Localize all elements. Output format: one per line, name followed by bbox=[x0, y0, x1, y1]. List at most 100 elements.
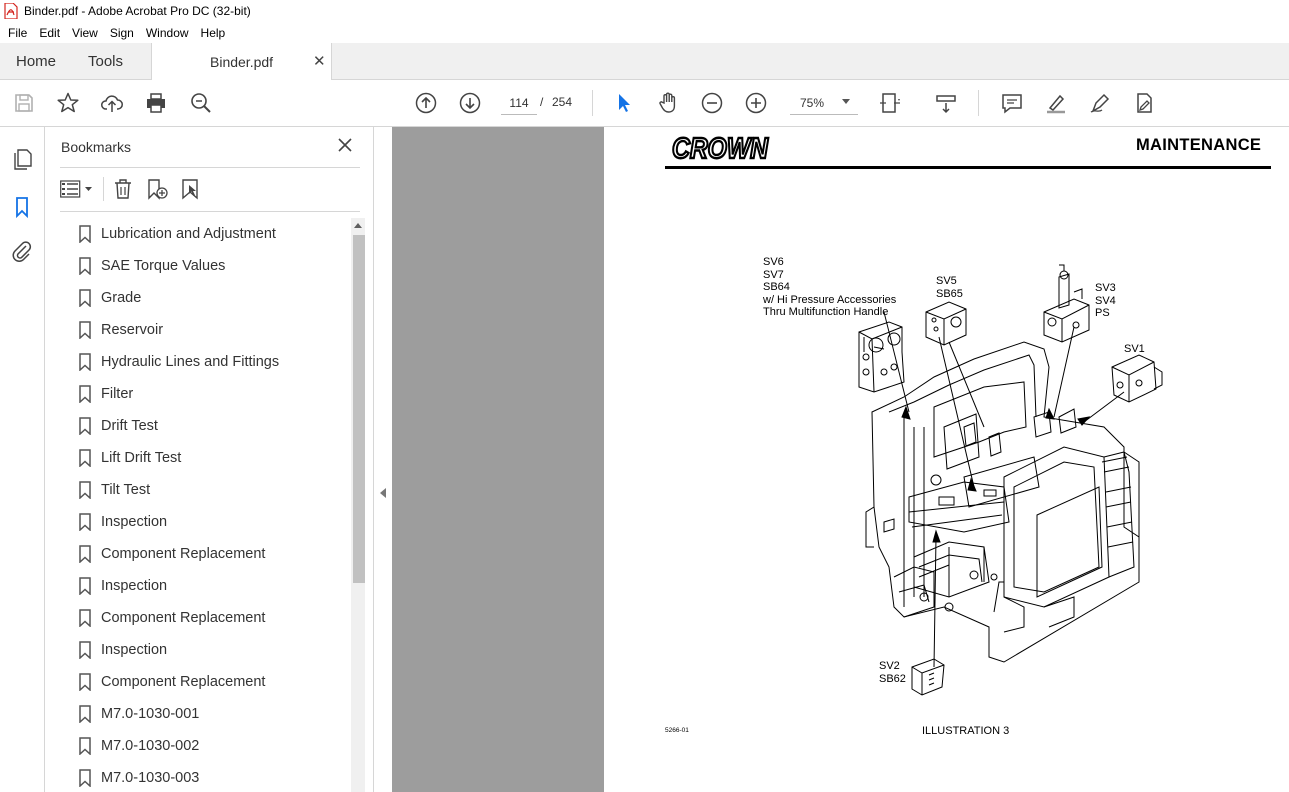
page-number-input[interactable]: 114 bbox=[501, 91, 537, 115]
menu-sign[interactable]: Sign bbox=[106, 26, 138, 40]
panel-divider bbox=[60, 167, 360, 168]
more-tools-icon[interactable] bbox=[1132, 91, 1156, 115]
bookmark-icon bbox=[79, 673, 91, 691]
menu-file[interactable]: File bbox=[4, 26, 31, 40]
bookmark-icon bbox=[79, 481, 91, 499]
tab-tools[interactable]: Tools bbox=[88, 43, 123, 80]
bookmark-item[interactable]: Component Replacement bbox=[60, 602, 352, 634]
sign-pen-icon[interactable] bbox=[1088, 91, 1112, 115]
bookmark-label: Component Replacement bbox=[101, 674, 266, 690]
scrollbar-thumb[interactable] bbox=[353, 235, 365, 583]
toolbar-divider bbox=[103, 177, 104, 201]
toolbar-divider bbox=[592, 90, 593, 116]
bookmark-item[interactable]: Reservoir bbox=[60, 314, 352, 346]
bookmark-item[interactable]: Tilt Test bbox=[60, 474, 352, 506]
bookmark-icon bbox=[79, 353, 91, 371]
bookmark-find-icon[interactable] bbox=[179, 177, 203, 201]
chevron-down-icon bbox=[842, 99, 850, 104]
zoom-out-icon[interactable] bbox=[700, 91, 724, 115]
scrollbar[interactable] bbox=[351, 218, 365, 792]
bookmark-item[interactable]: Hydraulic Lines and Fittings bbox=[60, 346, 352, 378]
bookmark-item[interactable]: M7.0-1030-001 bbox=[60, 698, 352, 730]
bookmark-icon bbox=[79, 257, 91, 275]
window-title: Binder.pdf - Adobe Acrobat Pro DC (32-bi… bbox=[24, 4, 251, 18]
collapse-arrow-icon[interactable] bbox=[380, 488, 386, 498]
select-cursor-icon[interactable] bbox=[612, 91, 636, 115]
menu-window[interactable]: Window bbox=[142, 26, 193, 40]
scroll-mode-icon[interactable] bbox=[934, 91, 958, 115]
new-bookmark-icon[interactable] bbox=[145, 177, 169, 201]
bookmark-icon bbox=[79, 321, 91, 339]
previous-page-icon[interactable] bbox=[414, 91, 438, 115]
bookmark-label: Lift Drift Test bbox=[101, 450, 182, 466]
bookmark-item[interactable]: Filter bbox=[60, 378, 352, 410]
bookmark-item[interactable]: M7.0-1030-003 bbox=[60, 762, 352, 792]
bookmark-label: M7.0-1030-002 bbox=[101, 738, 200, 754]
illustration-caption: ILLUSTRATION 3 bbox=[922, 725, 1010, 737]
hydraulic-diagram bbox=[858, 264, 1163, 696]
bookmark-icon bbox=[79, 609, 91, 627]
bookmark-item[interactable]: Inspection bbox=[60, 634, 352, 666]
bookmark-icon bbox=[79, 769, 91, 787]
menu-view[interactable]: View bbox=[68, 26, 102, 40]
bookmark-icon bbox=[79, 289, 91, 307]
bookmark-icon bbox=[79, 513, 91, 531]
toolbar: 114 / 254 75% bbox=[0, 80, 1289, 127]
bookmark-label: Drift Test bbox=[101, 418, 158, 434]
bookmark-item[interactable]: Grade bbox=[60, 282, 352, 314]
star-icon[interactable] bbox=[56, 91, 80, 115]
menu-edit[interactable]: Edit bbox=[35, 26, 64, 40]
bookmark-label: Reservoir bbox=[101, 322, 164, 338]
next-page-icon[interactable] bbox=[458, 91, 482, 115]
attachment-icon[interactable] bbox=[10, 239, 34, 263]
comment-icon[interactable] bbox=[1000, 91, 1024, 115]
tab-document[interactable]: Binder.pdf ✕ bbox=[151, 43, 332, 81]
page-total: 254 bbox=[552, 95, 573, 109]
delete-icon[interactable] bbox=[111, 177, 135, 201]
toolbar-divider bbox=[978, 90, 979, 116]
save-icon[interactable] bbox=[12, 91, 36, 115]
bookmark-item[interactable]: M7.0-1030-002 bbox=[60, 730, 352, 762]
bookmark-item[interactable]: Lubrication and Adjustment bbox=[60, 218, 352, 250]
tab-bar: Home Tools Binder.pdf ✕ bbox=[0, 43, 1289, 81]
zoom-search-icon[interactable] bbox=[189, 91, 213, 115]
close-icon[interactable] bbox=[337, 137, 353, 153]
bookmarks-panel: Bookmarks Lubrication and Adjustment SAE … bbox=[45, 127, 374, 792]
bookmark-item[interactable]: Component Replacement bbox=[60, 538, 352, 570]
bookmark-label: Inspection bbox=[101, 578, 168, 594]
bookmark-item[interactable]: Drift Test bbox=[60, 410, 352, 442]
bookmark-label: Filter bbox=[101, 386, 134, 402]
options-menu-icon[interactable] bbox=[60, 177, 96, 201]
upload-cloud-icon[interactable] bbox=[100, 91, 124, 115]
hand-tool-icon[interactable] bbox=[656, 91, 680, 115]
tab-home[interactable]: Home bbox=[16, 43, 56, 80]
bookmark-label: Component Replacement bbox=[101, 546, 266, 562]
scroll-up-icon[interactable] bbox=[354, 223, 362, 228]
bookmark-label: Tilt Test bbox=[101, 482, 151, 498]
page-fit-icon[interactable] bbox=[878, 91, 902, 115]
menu-help[interactable]: Help bbox=[197, 26, 230, 40]
bookmark-label: M7.0-1030-001 bbox=[101, 706, 200, 722]
bookmark-list: Lubrication and Adjustment SAE Torque Val… bbox=[60, 218, 352, 792]
left-rail bbox=[0, 127, 45, 792]
bookmark-item[interactable]: Inspection bbox=[60, 570, 352, 602]
bookmark-item[interactable]: Component Replacement bbox=[60, 666, 352, 698]
zoom-in-icon[interactable] bbox=[744, 91, 768, 115]
panel-title: Bookmarks bbox=[61, 139, 132, 155]
print-icon[interactable] bbox=[144, 91, 168, 115]
close-tab-icon[interactable]: ✕ bbox=[313, 52, 326, 70]
bookmark-label: Component Replacement bbox=[101, 610, 266, 626]
bookmark-label: Grade bbox=[101, 290, 142, 306]
bookmarks-icon[interactable] bbox=[10, 195, 34, 219]
bookmark-item[interactable]: Lift Drift Test bbox=[60, 442, 352, 474]
bookmark-icon bbox=[79, 705, 91, 723]
zoom-dropdown[interactable]: 75% bbox=[790, 91, 858, 115]
bookmark-icon bbox=[79, 737, 91, 755]
zoom-value: 75% bbox=[800, 96, 825, 110]
page-thumbnails-icon[interactable] bbox=[10, 147, 34, 171]
panel-collapse-handle[interactable] bbox=[374, 127, 392, 792]
bookmark-item[interactable]: Inspection bbox=[60, 506, 352, 538]
bookmark-item[interactable]: SAE Torque Values bbox=[60, 250, 352, 282]
bookmark-label: SAE Torque Values bbox=[101, 258, 226, 274]
highlight-pen-icon[interactable] bbox=[1044, 91, 1068, 115]
